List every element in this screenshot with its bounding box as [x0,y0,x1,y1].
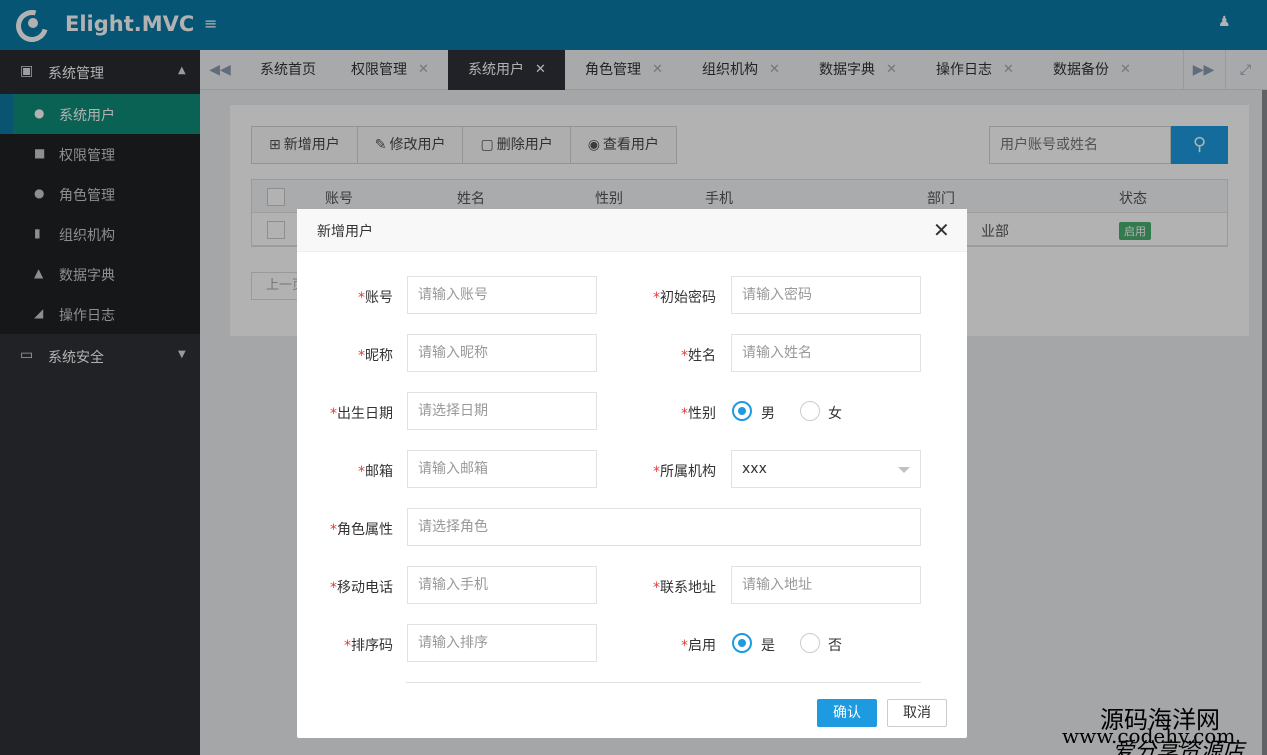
gender-female-label: 女 [828,406,842,422]
enabled-yes-radio[interactable] [732,633,752,653]
account-input[interactable]: 请输入账号 [407,276,597,314]
realname-label: *姓名 [681,348,716,364]
mobile-label: *移动电话 [330,580,393,596]
org-select[interactable]: xxx [731,450,921,488]
gender-male-label: 男 [761,406,775,422]
dialog-divider [406,682,921,683]
org-select-value: xxx [742,461,767,477]
chevron-down-icon [898,467,910,473]
dialog-header: 新增用户 ✕ [297,209,967,252]
nickname-input[interactable]: 请输入昵称 [407,334,597,372]
password-label: *初始密码 [653,290,716,306]
org-label: *所属机构 [653,464,716,480]
enabled-label: *启用 [681,638,716,654]
birthday-picker[interactable]: 请选择日期 [407,392,597,430]
add-user-dialog: 新增用户 ✕ *账号 请输入账号 *初始密码 请输入密码 *昵称 请输入昵称 *… [297,209,967,738]
mobile-input[interactable]: 请输入手机 [407,566,597,604]
role-label: *角色属性 [330,522,393,538]
address-input[interactable]: 请输入地址 [731,566,921,604]
role-select[interactable]: 请选择角色 [407,508,921,546]
email-label: *邮箱 [358,464,393,480]
close-icon[interactable]: ✕ [933,218,950,242]
nickname-label: *昵称 [358,348,393,364]
realname-input[interactable]: 请输入姓名 [731,334,921,372]
enabled-no-radio[interactable] [800,633,820,653]
confirm-button[interactable]: 确认 [817,699,877,727]
address-label: *联系地址 [653,580,716,596]
email-input[interactable]: 请输入邮箱 [407,450,597,488]
password-input[interactable]: 请输入密码 [731,276,921,314]
account-label: *账号 [358,290,393,306]
cancel-button[interactable]: 取消 [887,699,947,727]
birthday-label: *出生日期 [330,406,393,422]
watermark-line3: 爱分享资源店 [1112,739,1245,755]
sort-input[interactable]: 请输入排序 [407,624,597,662]
enabled-yes-label: 是 [761,638,775,654]
gender-label: *性别 [681,406,716,422]
sort-label: *排序码 [344,638,393,654]
gender-male-radio[interactable] [732,401,752,421]
enabled-no-label: 否 [828,638,842,654]
gender-female-radio[interactable] [800,401,820,421]
dialog-title: 新增用户 [317,224,373,240]
